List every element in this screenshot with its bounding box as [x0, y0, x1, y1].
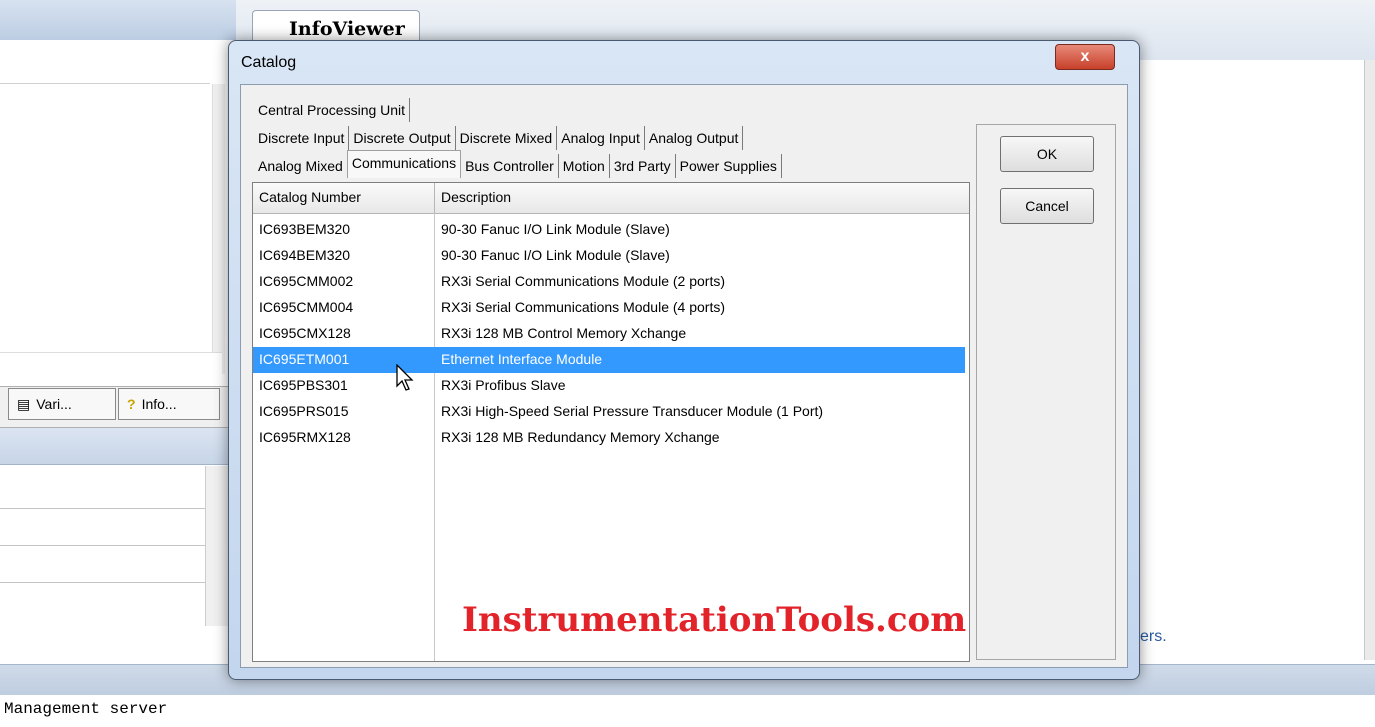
catalog-number-cell: IC695CMM004: [259, 299, 354, 315]
description-cell: Ethernet Interface Module: [441, 351, 603, 367]
list-item[interactable]: IC695CMM004 RX3i Serial Communications M…: [253, 295, 965, 321]
close-button[interactable]: x: [1055, 44, 1115, 70]
console-output: Management server: [4, 700, 168, 718]
catalog-number-cell: IC694BEM320: [259, 247, 351, 263]
list-item[interactable]: IC695PRS015 RX3i High-Speed Serial Press…: [253, 399, 965, 425]
mouse-cursor-icon: [396, 364, 414, 391]
left-panel: [0, 40, 237, 385]
variables-icon: ▤: [17, 395, 31, 412]
lower-panel-scrollbar[interactable]: [205, 466, 230, 626]
help-icon: ?: [127, 396, 136, 412]
left-panel-scrollbar[interactable]: [212, 84, 225, 374]
catalog-number-cell: IC695PBS301: [259, 377, 348, 393]
tab-infoviewer[interactable]: InfoViewer: [252, 10, 420, 44]
column-header-description[interactable]: Description: [441, 189, 511, 205]
catalog-number-cell: IC693BEM320: [259, 221, 351, 237]
description-cell: RX3i Serial Communications Module (2 por…: [441, 273, 725, 289]
pane-tab-info[interactable]: ? Info...: [118, 388, 220, 420]
tab-analog-mixed[interactable]: Analog Mixed: [254, 154, 347, 178]
tab-bus-controller[interactable]: Bus Controller: [461, 154, 559, 178]
description-cell: RX3i 128 MB Redundancy Memory Xchange: [441, 429, 720, 445]
lower-panel-header: [0, 428, 236, 465]
tab-row-3: Analog Mixed Communications Bus Controll…: [254, 150, 782, 178]
lower-panel-line: [0, 508, 205, 509]
tab-discrete-output[interactable]: Discrete Output: [349, 126, 456, 150]
dialog-title: Catalog: [241, 54, 297, 71]
infoviewer-scrollbar[interactable]: [1364, 60, 1375, 660]
tab-analog-input[interactable]: Analog Input: [557, 126, 645, 150]
lower-panel-line: [0, 582, 205, 583]
column-header-catalog-number[interactable]: Catalog Number: [259, 189, 361, 205]
tab-communications[interactable]: Communications: [346, 150, 462, 178]
tab-central-processing-unit[interactable]: Central Processing Unit: [254, 98, 411, 122]
list-header: Catalog Number Description: [253, 183, 969, 214]
list-item[interactable]: IC695CMX128 RX3i 128 MB Control Memory X…: [253, 321, 965, 347]
ok-button[interactable]: OK: [1000, 136, 1094, 172]
tab-analog-output[interactable]: Analog Output: [645, 126, 744, 150]
tab-3rd-party[interactable]: 3rd Party: [610, 154, 676, 178]
watermark: InstrumentationTools.com: [462, 600, 967, 640]
left-panel-divider: [0, 83, 210, 84]
catalog-number-cell: IC695ETM001: [259, 351, 350, 367]
list-item[interactable]: IC693BEM320 90-30 Fanuc I/O Link Module …: [253, 217, 965, 243]
list-item[interactable]: IC695PBS301 RX3i Profibus Slave: [253, 373, 965, 399]
list-item-selected[interactable]: IC695ETM001 Ethernet Interface Module: [253, 347, 965, 373]
tab-motion[interactable]: Motion: [559, 154, 610, 178]
pane-tab-variables[interactable]: ▤ Vari...: [8, 388, 116, 420]
catalog-number-cell: IC695PRS015: [259, 403, 349, 419]
description-cell: 90-30 Fanuc I/O Link Module (Slave): [441, 247, 670, 263]
infoviewer-text: ers.: [1140, 628, 1167, 645]
close-icon: x: [1080, 48, 1090, 65]
column-divider[interactable]: [434, 183, 435, 213]
tab-discrete-mixed[interactable]: Discrete Mixed: [456, 126, 558, 150]
lower-panel-line: [0, 545, 205, 546]
cancel-button[interactable]: Cancel: [1000, 188, 1094, 224]
lower-panel: [0, 466, 236, 666]
catalog-number-cell: IC695RMX128: [259, 429, 351, 445]
description-cell: RX3i Profibus Slave: [441, 377, 566, 393]
left-panel-header: [0, 0, 236, 41]
description-cell: RX3i 128 MB Control Memory Xchange: [441, 325, 687, 341]
description-cell: RX3i High-Speed Serial Pressure Transduc…: [441, 403, 824, 419]
list-item[interactable]: IC695CMM002 RX3i Serial Communications M…: [253, 269, 965, 295]
description-cell: 90-30 Fanuc I/O Link Module (Slave): [441, 221, 670, 237]
tab-discrete-input[interactable]: Discrete Input: [254, 126, 350, 150]
catalog-number-cell: IC695CMM002: [259, 273, 354, 289]
tab-row-2: Discrete Input Discrete Output Discrete …: [254, 126, 744, 150]
catalog-list[interactable]: Catalog Number Description IC693BEM320 9…: [252, 182, 970, 662]
description-cell: RX3i Serial Communications Module (4 por…: [441, 299, 725, 315]
list-item[interactable]: IC695RMX128 RX3i 128 MB Redundancy Memor…: [253, 425, 965, 451]
catalog-number-cell: IC695CMX128: [259, 325, 351, 341]
list-item[interactable]: IC694BEM320 90-30 Fanuc I/O Link Module …: [253, 243, 965, 269]
tab-power-supplies[interactable]: Power Supplies: [676, 154, 782, 178]
left-panel-hscrollbar[interactable]: [0, 352, 222, 381]
tab-row-1: Central Processing Unit: [254, 98, 411, 122]
